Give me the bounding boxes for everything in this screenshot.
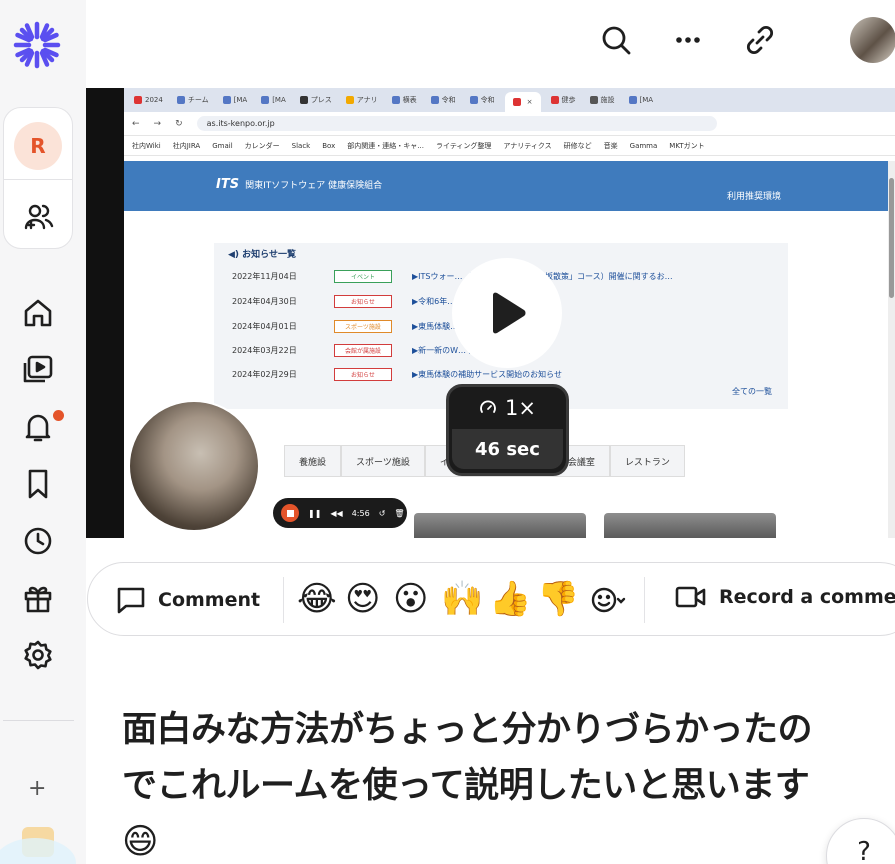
gear-icon[interactable] bbox=[22, 639, 54, 671]
emoji-laugh[interactable]: 😂 bbox=[297, 577, 337, 621]
emoji-thumbs-up[interactable]: 👍 bbox=[489, 577, 531, 621]
news-all-link: 全ての一覧 bbox=[732, 387, 772, 396]
reactions-divider bbox=[283, 577, 284, 623]
emoji-thumbs-down[interactable]: 👎 bbox=[537, 577, 579, 621]
more-icon[interactable] bbox=[670, 22, 706, 58]
speed-row[interactable]: 1× bbox=[449, 387, 566, 429]
browser-urlbar: ← → ↻ as.its-kenpo.or.jp bbox=[124, 112, 895, 136]
category-tile: レストラン bbox=[609, 445, 685, 477]
search-icon[interactable] bbox=[598, 22, 634, 58]
url-text: as.its-kenpo.or.jp bbox=[196, 116, 717, 131]
speedometer-icon bbox=[480, 400, 496, 413]
browser-tabstrip: 2024 チーム [MA [MA プレス アナリ 横表 令和 令和 × 健歩 施… bbox=[124, 88, 895, 112]
site-logo: ITS 関東ITソフトウェア 健康保険組合 bbox=[216, 177, 383, 192]
recorder-controls: ❚❚ ◀◀ 4:56 ↺ 🗑 bbox=[273, 498, 407, 528]
comment-icon bbox=[117, 587, 145, 614]
add-workspace-button[interactable]: + bbox=[28, 776, 46, 801]
site-header: ITS 関東ITソフトウェア 健康保険組合 利用推奨環境 bbox=[124, 161, 888, 211]
play-icon bbox=[493, 292, 526, 334]
record-comment-button[interactable]: Record a comment bbox=[675, 585, 895, 609]
camera-bubble bbox=[128, 400, 260, 532]
video-camera-icon bbox=[675, 586, 706, 608]
decorative-bubble bbox=[0, 838, 76, 864]
video-duration: 46 sec bbox=[452, 429, 563, 469]
facility-thumbnail bbox=[604, 513, 776, 538]
rewind-icon: ◀◀ bbox=[330, 508, 343, 518]
stop-record-icon bbox=[281, 504, 299, 522]
emoji-raised-hands[interactable]: 🙌 bbox=[441, 577, 483, 621]
site-scrollthumb bbox=[889, 178, 894, 298]
playback-speed: 1× bbox=[505, 396, 536, 420]
user-avatar[interactable] bbox=[850, 17, 895, 63]
video-title[interactable]: 面白みな方法がちょっと分かりづらかったの でこれルームを使って説明したいと思いま… bbox=[122, 702, 892, 864]
bookmarks-bar: 社内Wiki 社内JIRA Gmail カレンダー Slack Box 部内関連… bbox=[124, 136, 895, 156]
app-root: R + 2024 チーム [MA [MA プレス アナリ 横表 令和 令和 × … bbox=[0, 0, 895, 864]
loom-logo-icon[interactable] bbox=[13, 21, 61, 69]
pause-icon: ❚❚ bbox=[308, 508, 322, 518]
bell-icon[interactable] bbox=[22, 411, 54, 443]
reactions-bar: Comment 😂 😍 😮 🙌 👍 👎 Record a comment bbox=[87, 562, 895, 636]
comment-button[interactable]: Comment bbox=[116, 585, 260, 615]
video-player[interactable]: 2024 チーム [MA [MA プレス アナリ 横表 令和 令和 × 健歩 施… bbox=[86, 88, 895, 538]
emoji-picker-icon[interactable] bbox=[590, 585, 626, 615]
category-tile: スポーツ施設 bbox=[341, 445, 425, 477]
library-icon[interactable] bbox=[22, 354, 54, 386]
left-sidebar: R + bbox=[0, 0, 86, 864]
restart-icon: ↺ bbox=[378, 508, 386, 518]
link-icon[interactable] bbox=[742, 22, 778, 58]
workspace-avatar[interactable]: R bbox=[14, 122, 62, 170]
emoji-surprised[interactable]: 😮 bbox=[393, 577, 428, 621]
bookmark-icon[interactable] bbox=[22, 468, 54, 500]
gift-icon[interactable] bbox=[22, 582, 54, 614]
comment-label: Comment bbox=[158, 589, 261, 611]
record-comment-label: Record a comment bbox=[719, 586, 895, 608]
play-button[interactable] bbox=[452, 258, 562, 368]
video-title-line: でこれルームを使って説明したいと思います bbox=[122, 766, 810, 806]
playback-speed-panel[interactable]: 1× 46 sec bbox=[446, 384, 569, 476]
site-env-link: 利用推奨環境 bbox=[727, 192, 782, 202]
facility-thumbnail bbox=[414, 513, 586, 538]
people-add-icon[interactable] bbox=[23, 201, 55, 233]
news-row: 2024年02月29日 お知らせ ▶東馬体験の補助サービス開始のお知らせ bbox=[232, 367, 562, 381]
sidebar-divider bbox=[3, 720, 74, 721]
video-title-emoji: 😄 bbox=[122, 822, 159, 862]
category-tile: 養施設 bbox=[284, 445, 342, 477]
workspace-divider bbox=[4, 179, 72, 180]
notification-dot bbox=[53, 410, 64, 421]
clock-icon[interactable] bbox=[22, 525, 54, 557]
video-title-line: 面白みな方法がちょっと分かりづらかったの bbox=[122, 710, 813, 750]
workspace-card: R bbox=[3, 107, 73, 249]
home-icon[interactable] bbox=[22, 297, 54, 329]
reactions-divider bbox=[644, 577, 645, 623]
active-browser-tab: × bbox=[504, 92, 541, 112]
news-title: ◀) お知らせ一覧 bbox=[228, 250, 296, 260]
emoji-heart-eyes[interactable]: 😍 bbox=[345, 577, 380, 621]
recorder-time: 4:56 bbox=[351, 508, 370, 518]
trash-icon: 🗑 bbox=[394, 508, 405, 518]
